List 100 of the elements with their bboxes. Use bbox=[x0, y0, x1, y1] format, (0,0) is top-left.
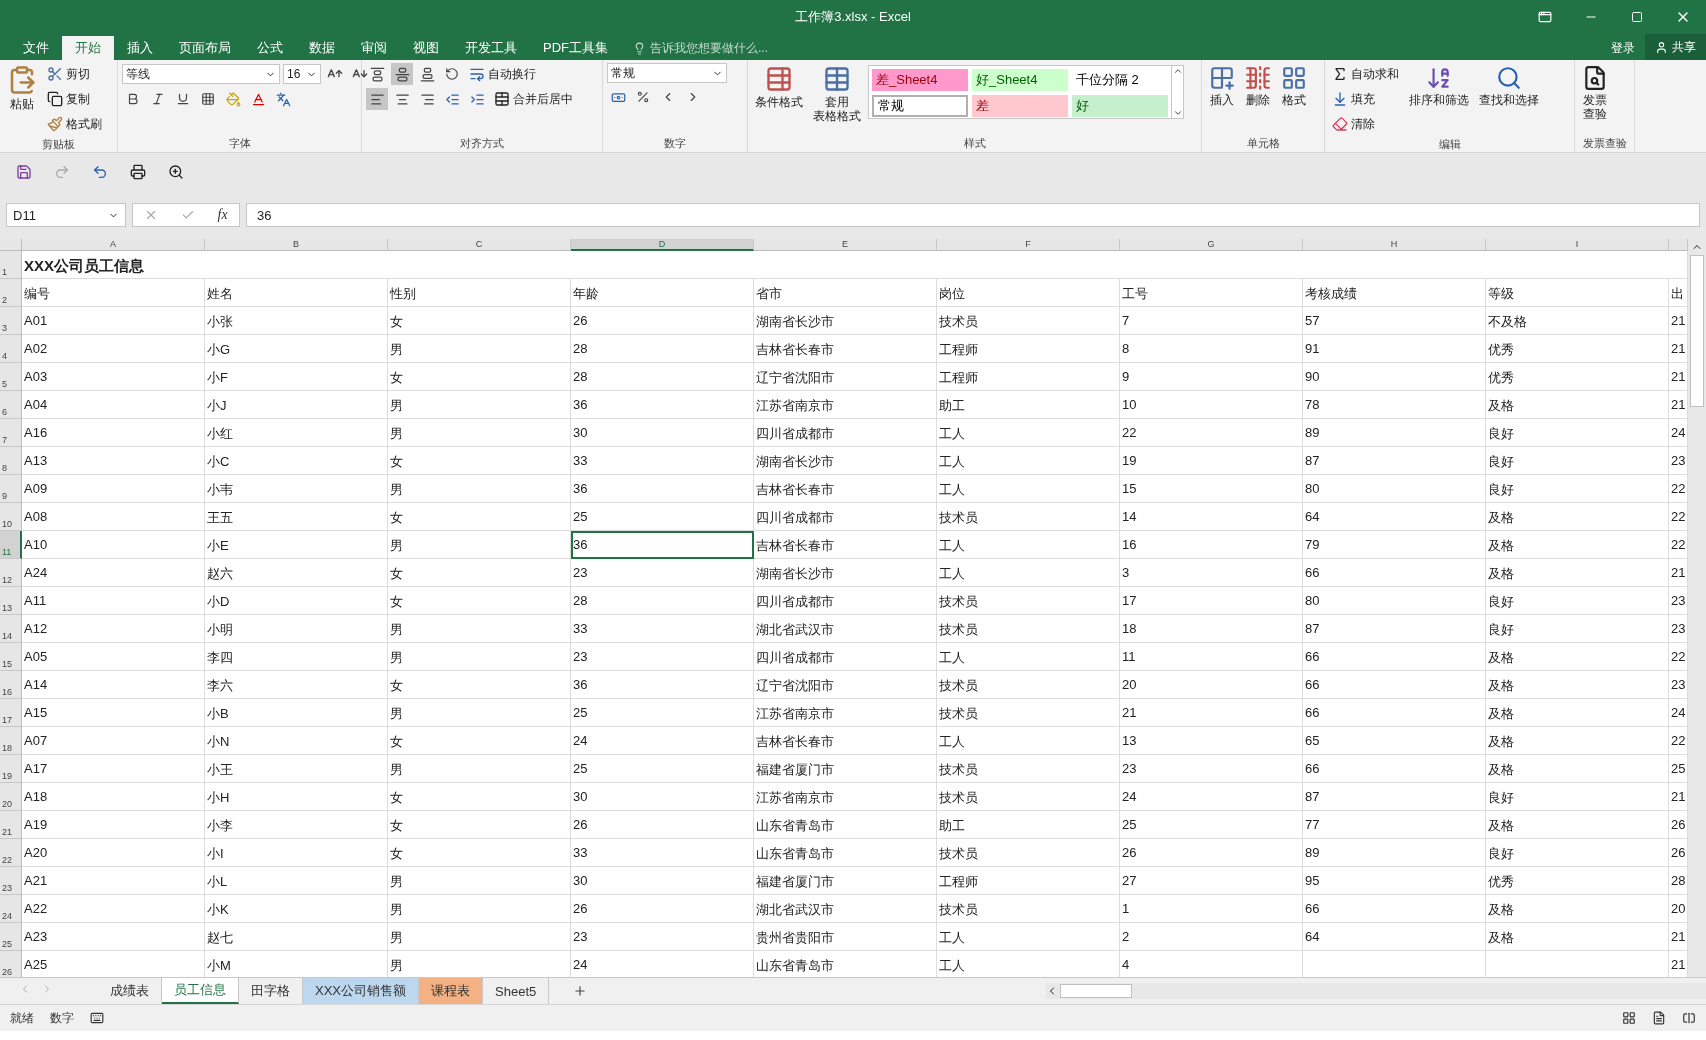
column-header[interactable]: E bbox=[754, 239, 937, 251]
table-cell: 10 bbox=[1120, 391, 1303, 419]
ribbon-tab[interactable]: 开发工具 bbox=[452, 36, 530, 60]
row-header[interactable]: 22 bbox=[0, 839, 22, 867]
normal-view-icon[interactable] bbox=[1622, 1011, 1636, 1025]
row-header[interactable]: 1 bbox=[0, 251, 22, 279]
sheet-tab[interactable]: 员工信息 bbox=[162, 978, 239, 1004]
ribbon-tab[interactable]: 视图 bbox=[400, 36, 452, 60]
share-button[interactable]: 共享 bbox=[1645, 34, 1706, 60]
wrap-text-button[interactable]: 自动换行 bbox=[466, 63, 539, 85]
insert-button[interactable]: 插入 bbox=[1206, 63, 1238, 134]
row-header[interactable]: 5 bbox=[0, 363, 22, 391]
delete-button[interactable]: 删除 bbox=[1242, 63, 1274, 134]
clear-button[interactable]: 清除 bbox=[1329, 113, 1402, 135]
column-header[interactable]: D bbox=[571, 239, 754, 251]
font-name-field[interactable]: 等线 bbox=[122, 64, 280, 84]
vertical-scrollbar[interactable] bbox=[1688, 239, 1706, 977]
autosum-button[interactable]: 自动求和 bbox=[1329, 63, 1402, 85]
horizontal-align-button[interactable] bbox=[366, 88, 388, 110]
page-layout-icon[interactable] bbox=[1652, 1011, 1666, 1025]
scroll-thumb[interactable] bbox=[1060, 984, 1132, 998]
cell-style-item[interactable]: 常规 bbox=[872, 95, 968, 117]
column-header[interactable]: A bbox=[22, 239, 205, 251]
font-size-field[interactable]: 16 bbox=[283, 64, 321, 84]
row-header[interactable]: 15 bbox=[0, 643, 22, 671]
row-header[interactable]: 7 bbox=[0, 419, 22, 447]
sort-filter-button[interactable]: 排序和筛选 bbox=[1406, 63, 1472, 135]
row-header[interactable]: 4 bbox=[0, 335, 22, 363]
row-header[interactable]: 6 bbox=[0, 391, 22, 419]
table-cell: 赵六 bbox=[205, 559, 388, 587]
cell-style-item[interactable]: 好 bbox=[1072, 95, 1168, 117]
column-header[interactable]: C bbox=[388, 239, 571, 251]
row-header[interactable]: 17 bbox=[0, 699, 22, 727]
row-header[interactable]: 13 bbox=[0, 587, 22, 615]
copy-button[interactable]: 复制 bbox=[44, 88, 105, 110]
formula-field[interactable]: 36 bbox=[246, 203, 1700, 227]
column-header[interactable]: B bbox=[205, 239, 388, 251]
name-box[interactable]: D11 bbox=[6, 203, 126, 227]
row-header[interactable]: 3 bbox=[0, 307, 22, 335]
ribbon-tab[interactable]: 审阅 bbox=[348, 36, 400, 60]
insert-function-button[interactable]: fx bbox=[217, 207, 228, 223]
row-header[interactable]: 25 bbox=[0, 923, 22, 951]
paste-button[interactable]: 粘贴 bbox=[4, 63, 40, 135]
row-header[interactable]: 21 bbox=[0, 811, 22, 839]
ribbon-tab[interactable]: 开始 bbox=[62, 36, 114, 60]
invoice-check-button[interactable]: 发票 查验 bbox=[1579, 63, 1611, 134]
table-cell: 及格 bbox=[1486, 727, 1669, 755]
format-painter-button[interactable]: 格式刷 bbox=[44, 113, 105, 135]
sign-in-link[interactable]: 登录 bbox=[1601, 36, 1645, 60]
number-format-field[interactable]: 常规 bbox=[607, 63, 727, 83]
row-header[interactable]: 10 bbox=[0, 503, 22, 531]
fill-button[interactable]: 填充 bbox=[1329, 88, 1402, 110]
tell-me-field[interactable]: 告诉我您想要做什么... bbox=[633, 36, 768, 60]
table-cell: 工人 bbox=[937, 531, 1120, 559]
ribbon-tab[interactable]: 文件 bbox=[10, 36, 62, 60]
sheet-tab[interactable]: XXX公司销售额 bbox=[303, 978, 419, 1004]
row-header[interactable]: 14 bbox=[0, 615, 22, 643]
ribbon-tab[interactable]: 插入 bbox=[114, 36, 166, 60]
find-select-button[interactable]: 查找和选择 bbox=[1476, 63, 1542, 135]
table-cell: 小明 bbox=[205, 615, 388, 643]
column-header[interactable]: I bbox=[1486, 239, 1669, 251]
active-cell[interactable]: 36 bbox=[571, 531, 754, 559]
ribbon-tab[interactable]: 公式 bbox=[244, 36, 296, 60]
row-header[interactable]: 26 bbox=[0, 951, 22, 977]
zoom-icon[interactable] bbox=[168, 164, 184, 180]
horizontal-scrollbar[interactable] bbox=[1046, 983, 1706, 999]
table-cell: A16 bbox=[22, 419, 205, 447]
undo-icon[interactable] bbox=[92, 164, 108, 180]
conditional-format-button[interactable]: 条件格式 bbox=[752, 63, 806, 134]
row-header[interactable]: 23 bbox=[0, 867, 22, 895]
row-header[interactable]: 19 bbox=[0, 755, 22, 783]
row-header[interactable]: 2 bbox=[0, 279, 22, 307]
scroll-thumb[interactable] bbox=[1690, 255, 1704, 407]
row-header[interactable]: 9 bbox=[0, 475, 22, 503]
format-as-table-button[interactable]: 套用 表格格式 bbox=[810, 63, 864, 134]
row-header[interactable]: 8 bbox=[0, 447, 22, 475]
table-cell: 19 bbox=[1120, 447, 1303, 475]
format-button[interactable]: 格式 bbox=[1278, 63, 1310, 134]
save-icon[interactable] bbox=[16, 164, 32, 180]
column-header[interactable]: G bbox=[1120, 239, 1303, 251]
page-break-icon[interactable] bbox=[1682, 1011, 1696, 1025]
row-header[interactable]: 16 bbox=[0, 671, 22, 699]
row-header[interactable]: 12 bbox=[0, 559, 22, 587]
cell-style-item[interactable]: 差_Sheet4 bbox=[872, 69, 968, 91]
print-preview-icon[interactable] bbox=[130, 164, 146, 180]
vertical-align-button[interactable] bbox=[391, 63, 413, 85]
row-header[interactable]: 24 bbox=[0, 895, 22, 923]
ribbon-tab[interactable]: PDF工具集 bbox=[530, 36, 621, 60]
merge-center-button[interactable]: 合并后居中 bbox=[491, 88, 576, 110]
ribbon-tab[interactable]: 页面布局 bbox=[166, 36, 244, 60]
cell-style-item[interactable]: 差 bbox=[972, 95, 1068, 117]
cut-button[interactable]: 剪切 bbox=[44, 63, 105, 85]
sheet-tab[interactable]: 课程表 bbox=[419, 978, 483, 1004]
column-header[interactable]: H bbox=[1303, 239, 1486, 251]
ribbon-tab[interactable]: 数据 bbox=[296, 36, 348, 60]
row-header[interactable]: 18 bbox=[0, 727, 22, 755]
row-header[interactable]: 20 bbox=[0, 783, 22, 811]
cell-style-item[interactable]: 好_Sheet4 bbox=[972, 69, 1068, 91]
row-header[interactable]: 11 bbox=[0, 531, 22, 559]
column-header[interactable]: F bbox=[937, 239, 1120, 251]
